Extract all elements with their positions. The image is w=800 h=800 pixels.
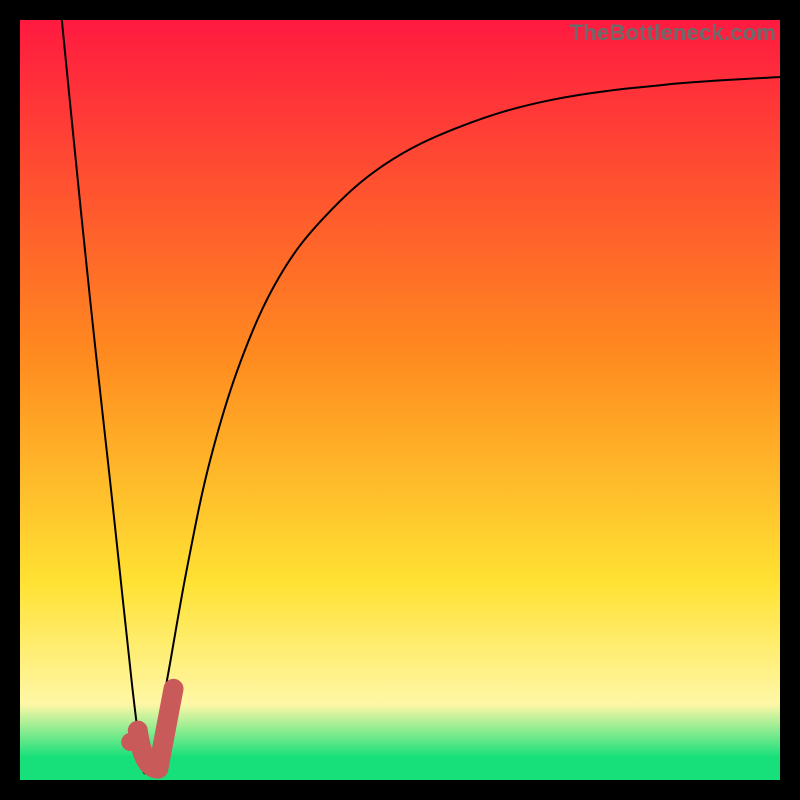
chart-frame: TheBottleneck.com [20, 20, 780, 780]
chart-svg [20, 20, 780, 780]
bottleneck-curve [62, 20, 780, 773]
optimal-marker-dot [121, 733, 139, 751]
optimal-marker-hook [138, 689, 174, 769]
